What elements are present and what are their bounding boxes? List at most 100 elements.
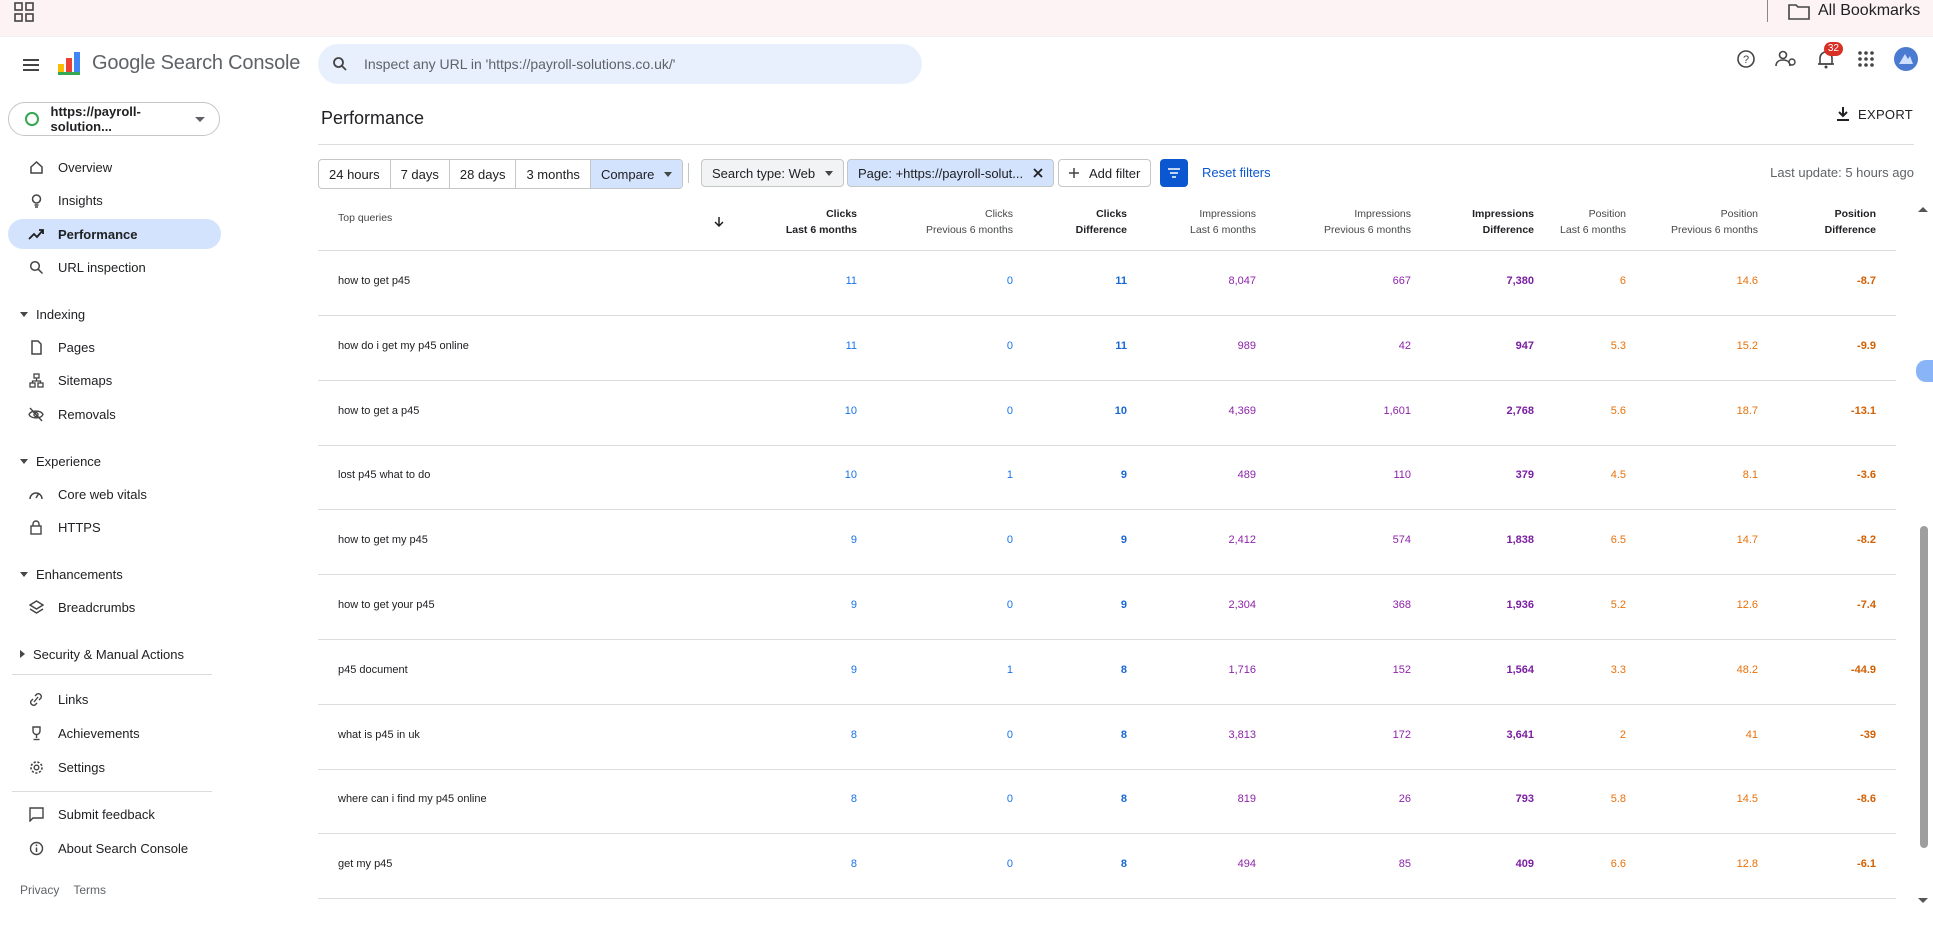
column-header-clicks-last[interactable]: Clicks Last 6 months — [786, 206, 857, 238]
notifications-icon[interactable]: 32 — [1813, 42, 1843, 72]
sidebar-item-core-web-vitals[interactable]: Core web vitals — [8, 479, 221, 509]
column-header-impressions-last[interactable]: Impressions Last 6 months — [1190, 206, 1256, 238]
apps-grid-icon[interactable] — [14, 2, 34, 22]
table-row[interactable]: lost p45 what to do 10 1 9 489 110 379 4.5 8.1 -3… — [318, 445, 1896, 511]
filter-options-button[interactable] — [1160, 159, 1188, 187]
column-header-position-difference[interactable]: Position Difference — [1825, 206, 1876, 238]
column-header-impressions-difference[interactable]: Impressions Difference — [1472, 206, 1534, 238]
search-console-logo[interactable]: Google Search Console — [56, 50, 300, 76]
cell-position-last: 4.5 — [1610, 469, 1626, 482]
page-scrollbar[interactable] — [1916, 200, 1930, 912]
url-inspect-search-bar[interactable] — [318, 44, 922, 84]
column-header-line2: Last 6 months — [785, 224, 857, 236]
compare-label: Compare — [600, 166, 655, 182]
cell-position-previous: 12.6 — [1736, 599, 1758, 611]
date-range-3-months[interactable]: 3 months — [516, 160, 591, 188]
sidebar-item-insights[interactable]: Insights — [8, 185, 221, 215]
cell-impressions-difference: 1,838 — [1506, 534, 1534, 547]
table-row[interactable]: how to get my p45 9 0 9 2,412 574 1,838 6.5 14.7… — [318, 510, 1896, 576]
manage-users-icon[interactable] — [1773, 46, 1799, 72]
sidebar-divider — [12, 791, 212, 792]
app-name: Google Search Console — [92, 51, 301, 74]
close-icon[interactable] — [1033, 168, 1043, 178]
title-divider — [318, 144, 1914, 145]
property-url: https://payroll-solution... — [50, 104, 141, 134]
sidebar-item-breadcrumbs[interactable]: Breadcrumbs — [8, 592, 221, 622]
export-button[interactable]: EXPORT — [1836, 106, 1913, 122]
property-selector[interactable]: https://payroll-solution... — [8, 102, 220, 136]
column-header-line1: Position — [1720, 208, 1758, 220]
date-range-7-days[interactable]: 7 days — [391, 160, 450, 188]
table-row[interactable]: where can i find my p45 online 8 0 8 819 26 79… — [318, 769, 1896, 835]
scroll-up-icon[interactable] — [1916, 204, 1930, 214]
sidebar-item-submit-feedback[interactable]: Submit feedback — [8, 799, 221, 829]
sidebar-section-experience[interactable]: Experience — [20, 450, 101, 472]
sidebar-item-label: Overview — [58, 159, 113, 175]
sidebar-item-label: HTTPS — [58, 519, 101, 535]
sidebar-section-indexing[interactable]: Indexing — [20, 303, 85, 325]
reset-filters-link[interactable]: Reset filters — [1202, 165, 1271, 180]
all-bookmarks-button[interactable]: All Bookmarks — [1788, 0, 1920, 22]
scroll-thumb[interactable] — [1920, 526, 1928, 848]
sidebar-item-pages[interactable]: Pages — [8, 332, 221, 362]
search-type-label: Search type: Web — [712, 165, 816, 181]
url-inspect-input[interactable] — [362, 55, 886, 73]
sidebar-item-performance[interactable]: Performance — [8, 219, 221, 249]
table-row[interactable]: how do i get my p45 online 11 0 11 989 42 947 5… — [318, 316, 1896, 381]
column-header-impressions-previous[interactable]: Impressions Previous 6 months — [1324, 206, 1411, 238]
date-range-28-days[interactable]: 28 days — [450, 160, 517, 188]
scroll-down-icon[interactable] — [1916, 896, 1930, 906]
cell-impressions-last: 8,047 — [1228, 275, 1256, 287]
queries-table: Top queries Clicks Last 6 months Clicks Pr… — [318, 200, 1896, 912]
cell-position-previous: 12.8 — [1736, 858, 1758, 871]
search-type-filter[interactable]: Search type: Web — [701, 159, 845, 187]
cell-impressions-last: 489 — [1237, 469, 1256, 482]
sidebar-item-about[interactable]: About Search Console — [8, 833, 221, 863]
sidebar-item-settings[interactable]: Settings — [8, 752, 221, 782]
sidebar-section-enhancements[interactable]: Enhancements — [20, 563, 123, 585]
sidebar-item-url-inspection[interactable]: URL inspection — [8, 252, 221, 282]
column-header-clicks-previous[interactable]: Clicks Previous 6 months — [926, 206, 1013, 238]
compare-dropdown[interactable]: Compare — [590, 160, 683, 188]
cell-position-last: 6 — [1619, 275, 1626, 287]
search-icon — [28, 259, 44, 275]
table-row[interactable]: get my p45 8 0 8 494 85 409 6.6 12.8 -6.1 — [318, 834, 1896, 900]
cell-clicks-previous: 0 — [1006, 858, 1013, 871]
date-range-24-hours[interactable]: 24 hours — [319, 160, 391, 188]
query-cell: how do i get my p45 online — [338, 339, 469, 352]
table-row[interactable]: how to get p45 11 0 11 8,047 667 7,380 6 14.6 -8.… — [318, 251, 1896, 316]
column-header-clicks-difference[interactable]: Clicks Difference — [1076, 206, 1127, 238]
page-filter-chip[interactable]: Page: +https://payroll-solut... — [847, 159, 1055, 187]
sidebar-item-removals[interactable]: Removals — [8, 399, 221, 429]
terms-link[interactable]: Terms — [73, 883, 106, 897]
caret-down-icon — [20, 311, 28, 317]
page-filter-label: Page: +https://payroll-solut... — [858, 165, 1024, 181]
table-row[interactable]: how to get your p45 9 0 9 2,304 368 1,936 5.2 12… — [318, 575, 1896, 640]
cell-clicks-last: 8 — [850, 728, 857, 741]
table-row[interactable]: p45 document 9 1 8 1,716 152 1,564 3.3 48.2 -44.9 — [318, 640, 1896, 705]
menu-icon[interactable] — [20, 54, 42, 76]
filter-divider — [688, 163, 689, 183]
sidebar-item-overview[interactable]: Overview — [8, 152, 221, 182]
google-apps-icon[interactable] — [1853, 46, 1879, 72]
sidebar-item-sitemaps[interactable]: Sitemaps — [8, 365, 221, 395]
sidebar-section-security[interactable]: Security & Manual Actions — [20, 643, 184, 665]
privacy-link[interactable]: Privacy — [20, 883, 59, 897]
cell-clicks-previous: 1 — [1006, 469, 1013, 482]
sidebar-item-links[interactable]: Links — [8, 684, 221, 714]
help-icon[interactable]: ? — [1733, 46, 1759, 72]
account-avatar[interactable] — [1893, 46, 1919, 72]
sidebar-item-https[interactable]: HTTPS — [8, 512, 221, 542]
translate-extension-icon[interactable] — [1916, 360, 1933, 382]
sidebar-item-achievements[interactable]: Achievements — [8, 718, 221, 748]
sidebar-item-label: Sitemaps — [58, 372, 113, 388]
cell-position-difference: -9.9 — [1857, 339, 1876, 352]
lock-icon — [28, 519, 44, 535]
column-header-position-previous[interactable]: Position Previous 6 months — [1671, 206, 1758, 238]
table-row[interactable]: how to get a p45 10 0 10 4,369 1,601 2,768 5.6 1… — [318, 381, 1896, 446]
cell-clicks-difference: 9 — [1120, 534, 1127, 547]
column-header-position-last[interactable]: Position Last 6 months — [1560, 206, 1626, 238]
add-filter-button[interactable]: Add filter — [1058, 159, 1152, 187]
column-header-query[interactable]: Top queries — [338, 212, 392, 224]
table-row[interactable]: what is p45 in uk 8 0 8 3,813 172 3,641 2 41 -39 — [318, 705, 1896, 770]
